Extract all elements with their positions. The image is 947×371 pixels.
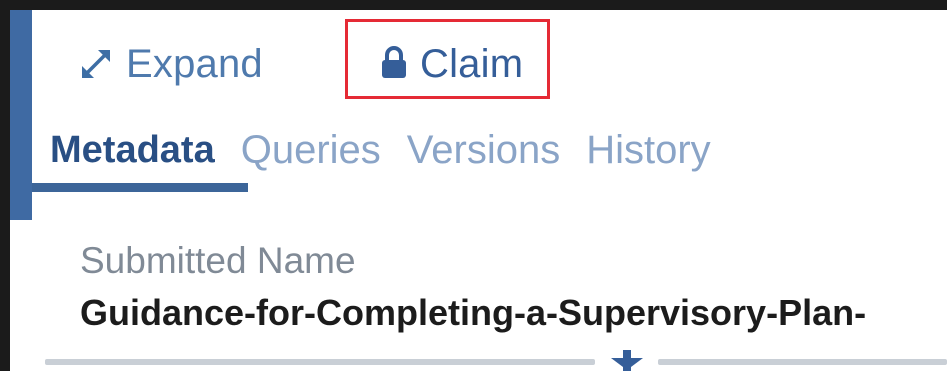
tab-bar: Metadata Queries Versions History [50,124,737,184]
drag-handle-icon[interactable] [605,344,649,371]
window-left-edge [0,0,10,371]
claim-button[interactable]: Claim [380,38,523,90]
window-top-edge [0,0,947,10]
expand-label: Expand [126,41,263,86]
panel-accent-bar [10,10,32,220]
divider-left [45,359,595,365]
lock-icon [382,46,406,78]
claim-label: Claim [420,41,524,86]
tab-queries[interactable]: Queries [241,124,381,184]
divider-right [658,359,947,365]
expand-arrows-icon [82,50,110,78]
submitted-name-value: Guidance-for-Completing-a-Supervisory-Pl… [80,292,867,333]
document-panel: Expand Claim Metadata Queries Versions H… [0,0,947,371]
submitted-name-label: Submitted Name [80,240,356,281]
tab-versions[interactable]: Versions [407,124,560,184]
expand-button[interactable]: Expand [78,38,263,90]
tab-metadata[interactable]: Metadata [50,124,215,184]
active-tab-indicator [32,183,248,192]
tab-history[interactable]: History [586,124,710,184]
